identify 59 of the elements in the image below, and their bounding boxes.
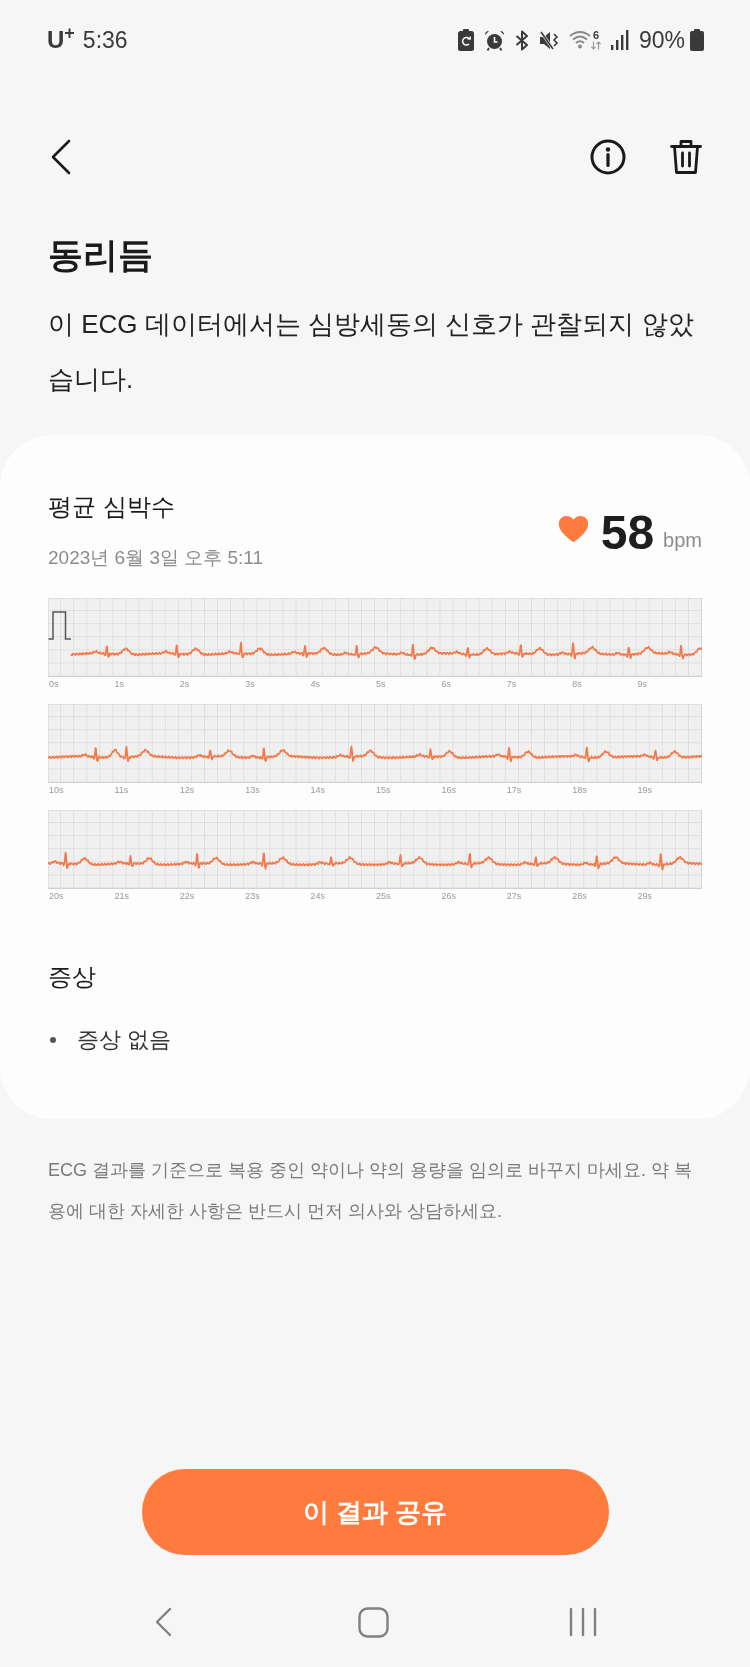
wifi-generation-text: 6	[592, 30, 599, 41]
recorded-date: 2023년 6월 3일 오후 5:11	[48, 546, 264, 570]
alarm-icon	[483, 29, 505, 51]
wifi-icon	[568, 30, 591, 50]
time-tick-label: 12s	[178, 784, 195, 797]
bluetooth-icon	[514, 29, 529, 51]
time-tick-label: 22s	[178, 890, 195, 903]
info-icon[interactable]	[590, 139, 626, 175]
time-tick-label: 3s	[244, 678, 255, 691]
time-tick-label: 17s	[505, 784, 522, 797]
battery-icon	[690, 29, 704, 51]
carrier-name: U$^{+}$	[47, 25, 75, 55]
symptom-item: 증상 없음	[77, 1026, 172, 1054]
speaker-muted-icon	[538, 29, 559, 51]
time-tick-label: 18s	[571, 784, 587, 797]
heart-rate-value: 58	[600, 509, 655, 557]
description-text: 이 ECG 데이터에서는 심방세동의 신호가 관찰되지 않았습니다.	[47, 308, 695, 396]
battery-refresh-icon	[457, 29, 474, 51]
share-result-button[interactable]: 이 결과 공유	[141, 1469, 609, 1555]
time-tick-label: 13s	[244, 784, 260, 797]
disclaimer-text: ECG 결과를 기준으로 복용 중인 약이나 약의 용량을 임의로 바꾸지 마세요. 약 복용에 대한 자세한 사항은 반드시 먼저 의사와 상담하세요.	[47, 1159, 694, 1223]
time-tick-label: 9s	[636, 678, 648, 691]
time-tick-label: 26s	[440, 890, 456, 903]
time-tick-label: 24s	[309, 890, 326, 903]
recent-apps-icon[interactable]	[569, 1607, 597, 1637]
time-tick-label: 15s	[375, 784, 391, 797]
time-tick-label: 5s	[375, 678, 386, 691]
heart-rate-unit: bpm	[663, 528, 702, 553]
signal-icon	[610, 30, 629, 50]
time-tick-label: 20s	[48, 890, 64, 903]
heart-icon	[557, 515, 589, 543]
back-icon[interactable]	[51, 139, 71, 175]
time-tick-label: 8s	[571, 678, 582, 691]
page-title: 동리듬	[47, 234, 154, 276]
time-tick-label: 2s	[178, 678, 190, 691]
time-tick-label: 23s	[244, 890, 260, 903]
time-tick-label: 16s	[440, 784, 456, 797]
time-tick-label: 14s	[309, 784, 326, 797]
data-arrows-icon	[590, 41, 601, 50]
time-tick-label: 19s	[636, 784, 653, 797]
time-tick-label: 10s	[48, 784, 64, 797]
average-heart-rate-label: 평균 심박수	[48, 492, 176, 522]
time-tick-label: 25s	[375, 890, 391, 903]
trash-icon[interactable]	[670, 139, 702, 175]
clock-time: 5:36	[82, 26, 128, 55]
time-tick-label: 7s	[505, 678, 517, 691]
time-tick-label: 28s	[571, 890, 587, 903]
time-tick-label: 0s	[48, 678, 59, 691]
symptoms-heading: 증상	[48, 962, 97, 992]
time-tick-label: 21s	[113, 890, 129, 903]
time-tick-label: 29s	[636, 890, 653, 903]
time-tick-label: 27s	[505, 890, 522, 903]
time-tick-label: 6s	[440, 678, 451, 691]
home-icon[interactable]	[357, 1606, 389, 1638]
battery-percentage: 90%	[638, 26, 685, 55]
bullet-icon	[50, 1037, 56, 1043]
time-tick-label: 1s	[113, 678, 124, 691]
time-tick-label: 11s	[113, 784, 129, 797]
time-tick-label: 4s	[309, 678, 321, 691]
